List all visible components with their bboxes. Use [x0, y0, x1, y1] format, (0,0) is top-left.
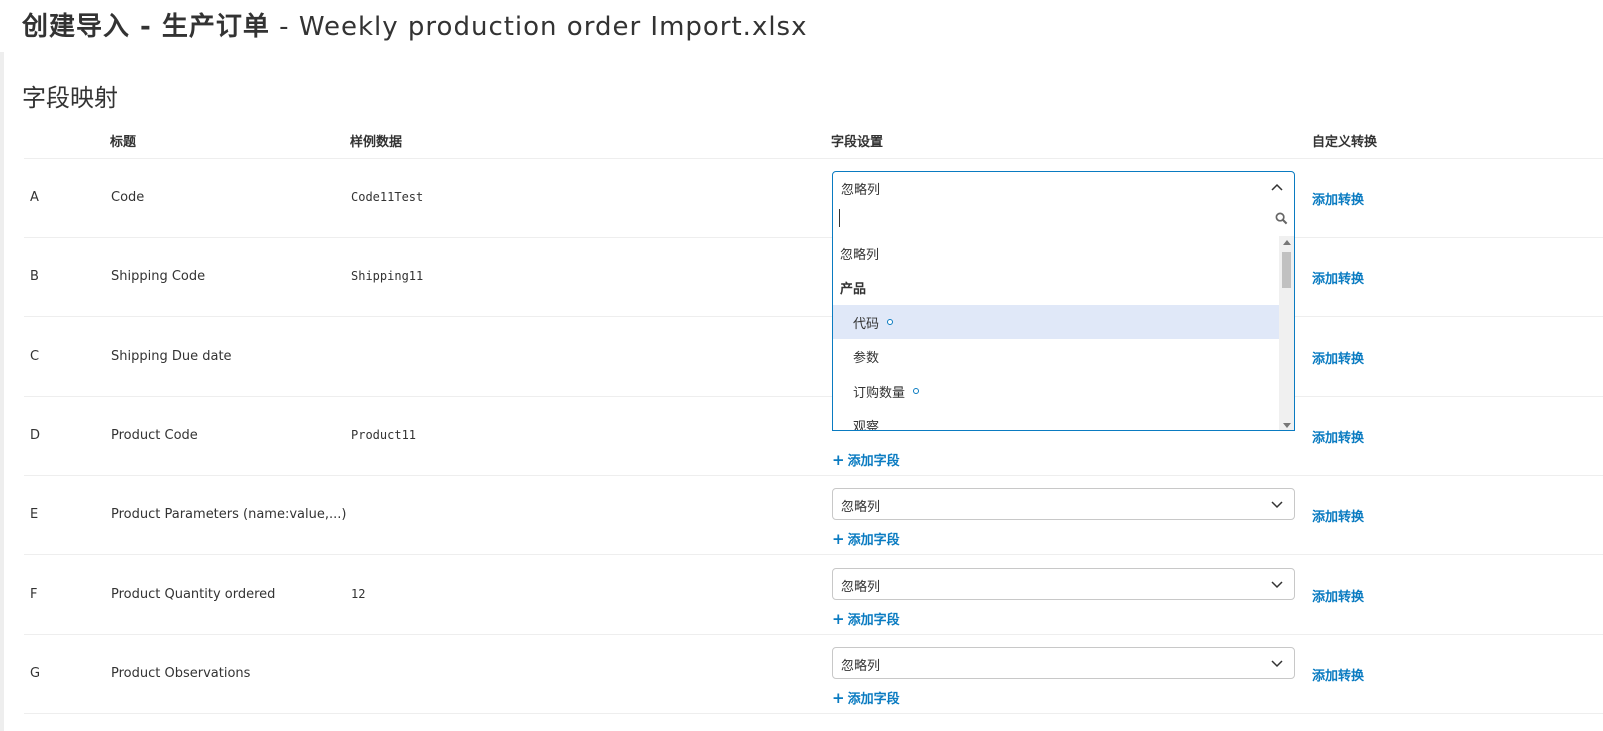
dropdown-option-label: 观察 [853, 420, 880, 431]
field-select[interactable]: 忽略列 [832, 488, 1295, 520]
scroll-thumb[interactable] [1282, 252, 1291, 288]
add-transform-link[interactable]: 添加转换 [1312, 427, 1364, 446]
left-divider [0, 52, 4, 731]
dropdown-option[interactable]: 订购数量 [833, 374, 1279, 408]
column-title: Shipping Code [111, 269, 206, 284]
add-field-label: 添加字段 [847, 533, 900, 548]
table-row: C Shipping Due date 添加转换 [24, 317, 1603, 397]
table-row: F Product Quantity ordered 12 忽略列 + 添加字段 添加转换 [24, 555, 1603, 635]
plus-icon: + [832, 530, 845, 548]
sample-data: Product11 [351, 428, 417, 442]
add-field-label: 添加字段 [847, 613, 900, 628]
add-field-label: 添加字段 [847, 454, 900, 469]
add-field-label: 添加字段 [847, 692, 900, 707]
page-title-file: - Weekly production order Import.xlsx [269, 12, 808, 42]
add-transform-link[interactable]: 添加转换 [1312, 268, 1364, 287]
dropdown-search-input[interactable] [833, 204, 1294, 234]
section-title: 字段映射 [22, 84, 118, 112]
add-transform-link[interactable]: 添加转换 [1312, 348, 1364, 367]
dropdown-option-label: 参数 [853, 351, 880, 367]
scroll-up-arrow-icon[interactable] [1283, 240, 1291, 245]
dropdown-option-label: 代码 [853, 316, 880, 332]
column-header-sample: 样例数据 [350, 135, 403, 150]
column-title: Product Code [111, 428, 198, 443]
add-transform-link[interactable]: 添加转换 [1312, 665, 1364, 684]
text-caret [839, 209, 840, 227]
dropdown-option[interactable]: 参数 [833, 339, 1279, 373]
table-row: B Shipping Code Shipping11 添加转换 [24, 237, 1603, 317]
dropdown-option[interactable]: 观察 [833, 408, 1279, 431]
column-letter: G [30, 666, 41, 681]
table-row: G Product Observations 忽略列 + 添加字段 添加转换 [24, 634, 1603, 714]
sample-data: Code11Test [351, 190, 424, 204]
column-title: Code [111, 190, 145, 205]
column-title: Product Quantity ordered [111, 587, 276, 602]
column-header-title: 标题 [110, 135, 137, 150]
column-letter: D [30, 428, 41, 443]
dropdown-selected-value: 忽略列 [841, 183, 881, 198]
sample-data: Shipping11 [351, 269, 424, 283]
page-title-main: 创建导入 - 生产订单 [22, 12, 270, 42]
page-header: 创建导入 - 生产订单 - Weekly production order Im… [0, 0, 1603, 52]
dropdown-option[interactable]: 代码 [833, 304, 1279, 339]
search-icon [1275, 212, 1288, 225]
dropdown-selected-row[interactable]: 忽略列 [833, 172, 1294, 204]
dropdown-options-list: 忽略列产品代码参数订购数量观察 [833, 236, 1279, 431]
add-field-link[interactable]: + 添加字段 [832, 609, 900, 628]
field-select-value: 忽略列 [841, 580, 881, 595]
dropdown-option-label: 订购数量 [853, 385, 906, 401]
column-letter: C [30, 349, 40, 364]
table-row: A Code Code11Test 添加转换 [24, 158, 1603, 238]
sample-data: 12 [351, 587, 366, 601]
field-select-value: 忽略列 [841, 500, 881, 515]
dropdown-group-label: 产品 [833, 270, 1279, 304]
column-title: Product Observations [111, 666, 251, 681]
field-select[interactable]: 忽略列 [832, 568, 1295, 600]
table-row: E Product Parameters (name:value,...) 忽略列 +… [24, 475, 1603, 555]
chevron-down-icon [1271, 501, 1283, 509]
add-transform-link[interactable]: 添加转换 [1312, 586, 1364, 605]
column-letter: A [30, 190, 39, 205]
add-field-link[interactable]: + 添加字段 [832, 450, 900, 469]
plus-icon: + [832, 451, 845, 469]
required-indicator-icon [913, 387, 919, 394]
chevron-down-icon [1271, 660, 1283, 668]
field-select-value: 忽略列 [841, 659, 881, 674]
add-field-link[interactable]: + 添加字段 [832, 688, 900, 707]
column-header-custom-transform: 自定义转换 [1312, 135, 1378, 150]
add-transform-link[interactable]: 添加转换 [1312, 506, 1364, 525]
field-select[interactable]: 忽略列 [832, 647, 1295, 679]
plus-icon: + [832, 610, 845, 628]
chevron-up-icon[interactable] [1270, 180, 1284, 194]
dropdown-option-label: 忽略列 [840, 248, 880, 263]
column-letter: B [30, 269, 39, 284]
plus-icon: + [832, 689, 845, 707]
chevron-down-icon [1271, 581, 1283, 589]
column-header-field-setting: 字段设置 [831, 135, 884, 150]
page-title: 创建导入 - 生产订单 - Weekly production order Im… [22, 6, 808, 43]
column-letter: F [30, 587, 38, 602]
scroll-down-arrow-icon[interactable] [1283, 423, 1291, 428]
table-row: DProduct CodeProduct11忽略列+添加字段添加转换 [24, 396, 1603, 476]
add-transform-link[interactable]: 添加转换 [1312, 189, 1364, 208]
add-field-link[interactable]: + 添加字段 [832, 529, 900, 548]
dropdown-scrollbar[interactable] [1279, 236, 1294, 430]
dropdown-option-label: 产品 [840, 282, 867, 298]
field-select-dropdown[interactable]: 忽略列 忽略列产品代码参数订购数量观察 [832, 171, 1295, 431]
column-title: Shipping Due date [111, 349, 232, 364]
dropdown-option[interactable]: 忽略列 [833, 236, 1279, 270]
column-title: Product Parameters (name:value,...) [111, 507, 347, 522]
table-header: 标题 样例数据 字段设置 自定义转换 [24, 126, 1603, 159]
required-indicator-icon [887, 318, 893, 325]
column-letter: E [30, 507, 39, 522]
